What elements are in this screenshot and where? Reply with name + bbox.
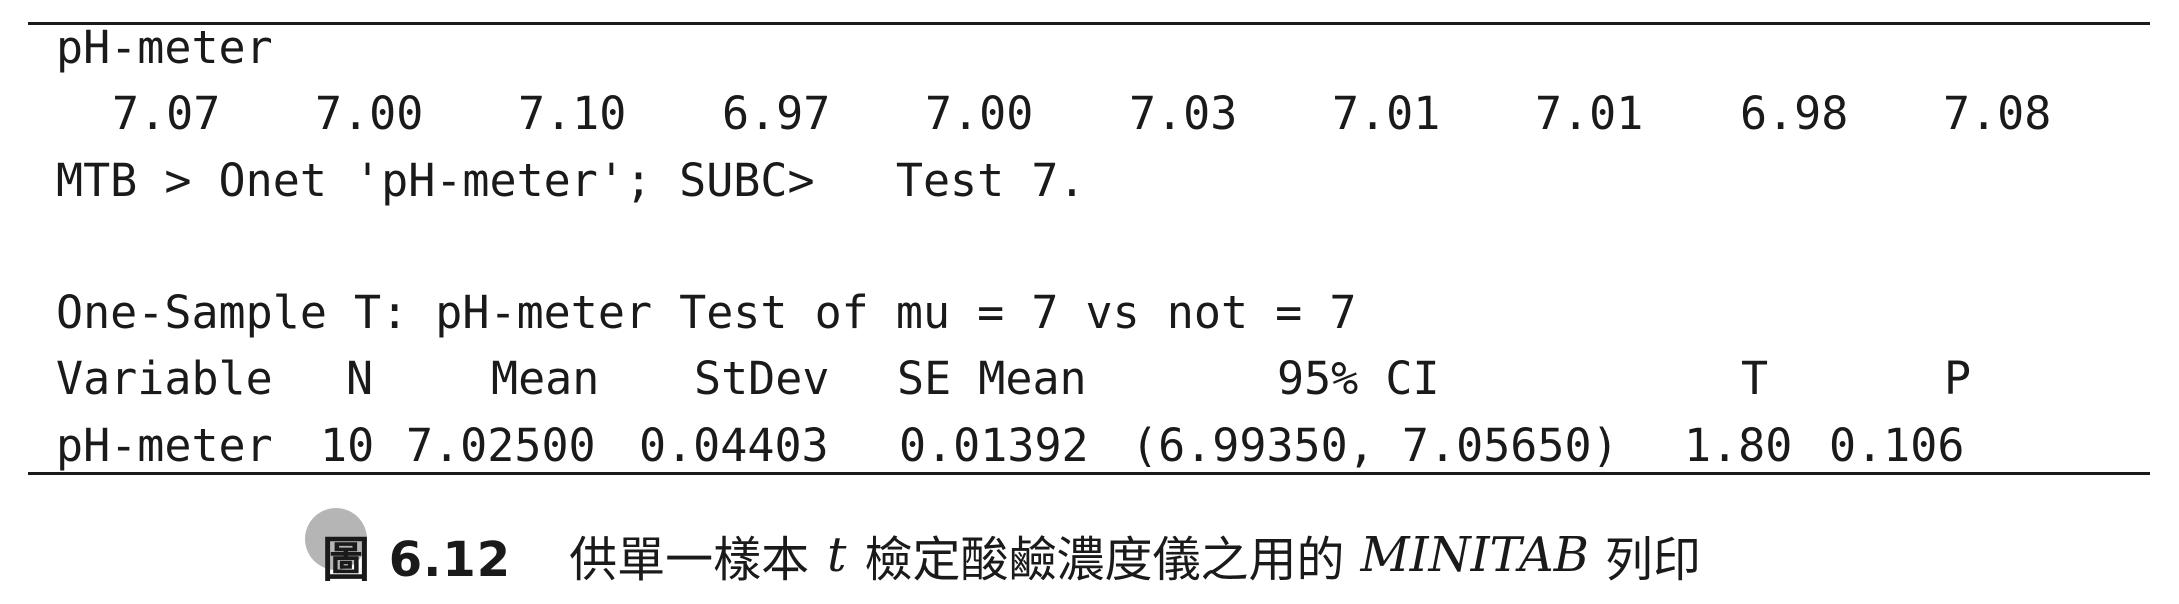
data-value: 7.01 (1332, 87, 1441, 140)
cell-n: 10 (320, 419, 375, 472)
data-value: 6.98 (1740, 87, 1849, 140)
data-value: 7.01 (1535, 87, 1644, 140)
data-values: 7.07 7.00 7.10 6.97 7.00 7.03 7.01 7.01 … (0, 86, 2179, 142)
data-value: 7.07 (112, 87, 221, 140)
test-heading: One-Sample T: pH-meter Test of mu = 7 vs… (56, 286, 1357, 339)
caption-text-before: 供單一樣本 (569, 532, 810, 588)
variable-name: pH-meter (56, 21, 273, 74)
data-value: 7.00 (925, 87, 1034, 140)
caption-text-after: 列印 (1604, 532, 1701, 588)
cell-stdev: 0.04403 (639, 419, 829, 472)
caption-text-middle: 檢定酸鹼濃度儀之用的 (864, 532, 1345, 588)
figure-label: 圖 6.12 (322, 532, 512, 588)
table-header: Variable N Mean StDev SE Mean 95% CI T P (0, 351, 2179, 407)
data-value: 7.08 (1943, 87, 2052, 140)
header-n: N (346, 352, 374, 405)
cell-mean: 7.02500 (406, 419, 596, 472)
header-ci: 95% CI (1277, 352, 1440, 405)
caption-t-symbol: t (827, 527, 847, 583)
command-line: MTB > Onet 'pH-meter'; SUBC> Test 7. (56, 154, 1086, 207)
table-row: pH-meter 10 7.02500 0.04403 0.01392 (6.9… (0, 418, 2179, 474)
caption-software: MINITAB (1360, 527, 1589, 583)
data-value: 7.00 (315, 87, 424, 140)
data-value: 7.10 (518, 87, 627, 140)
data-value: 6.97 (722, 87, 831, 140)
header-stdev: StDev (694, 352, 830, 405)
cell-se-mean: 0.01392 (899, 419, 1089, 472)
cell-variable: pH-meter (56, 419, 273, 472)
header-t: T (1741, 352, 1769, 405)
header-mean: Mean (491, 352, 600, 405)
top-rule (28, 22, 2150, 25)
header-se-mean: SE Mean (897, 352, 1087, 405)
header-p: P (1944, 352, 1972, 405)
cell-ci: (6.99350, 7.05650) (1131, 419, 1619, 472)
cell-t: 1.80 (1684, 419, 1793, 472)
bottom-rule (28, 472, 2150, 475)
figure-caption: 圖 6.12 供單一樣本 t 檢定酸鹼濃度儀之用的 MINITAB 列印 (322, 520, 1701, 590)
header-variable: Variable (56, 352, 273, 405)
data-value: 7.03 (1129, 87, 1238, 140)
cell-p: 0.106 (1829, 419, 1965, 472)
